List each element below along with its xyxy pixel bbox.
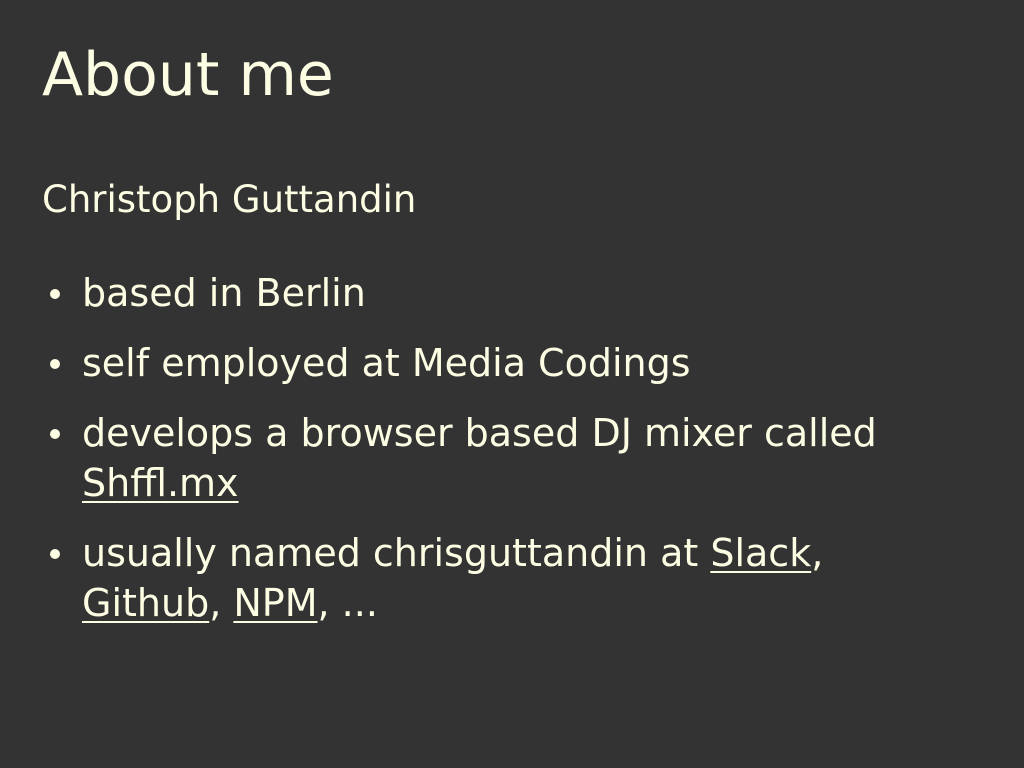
- bullet-icon: [50, 549, 60, 559]
- bullet-icon: [50, 359, 60, 369]
- slide-subtitle: Christoph Guttandin: [42, 178, 417, 221]
- bullet-text: usually named chrisguttandin at: [82, 531, 711, 575]
- bullet-trailing-text: , ...: [317, 581, 378, 625]
- bullet-item-employment: self employed at Media Codings: [42, 338, 972, 388]
- bullet-list: based in Berlin self employed at Media C…: [42, 268, 972, 648]
- separator: ,: [811, 531, 824, 575]
- bullet-item-location: based in Berlin: [42, 268, 972, 318]
- bullet-text: self employed at Media Codings: [82, 341, 691, 385]
- slide: About me Christoph Guttandin based in Be…: [0, 0, 1024, 768]
- bullet-text: develops a browser based DJ mixer called: [82, 411, 877, 455]
- shffl-link[interactable]: Shffl.mx: [82, 461, 239, 505]
- bullet-icon: [50, 289, 60, 299]
- bullet-item-handles: usually named chrisguttandin at Slack, G…: [42, 528, 972, 628]
- slide-title: About me: [42, 40, 334, 110]
- npm-link[interactable]: NPM: [233, 581, 317, 625]
- bullet-icon: [50, 429, 60, 439]
- bullet-text: based in Berlin: [82, 271, 366, 315]
- github-link[interactable]: Github: [82, 581, 209, 625]
- slack-link[interactable]: Slack: [710, 531, 811, 575]
- bullet-item-project: develops a browser based DJ mixer called…: [42, 408, 972, 508]
- separator: ,: [209, 581, 234, 625]
